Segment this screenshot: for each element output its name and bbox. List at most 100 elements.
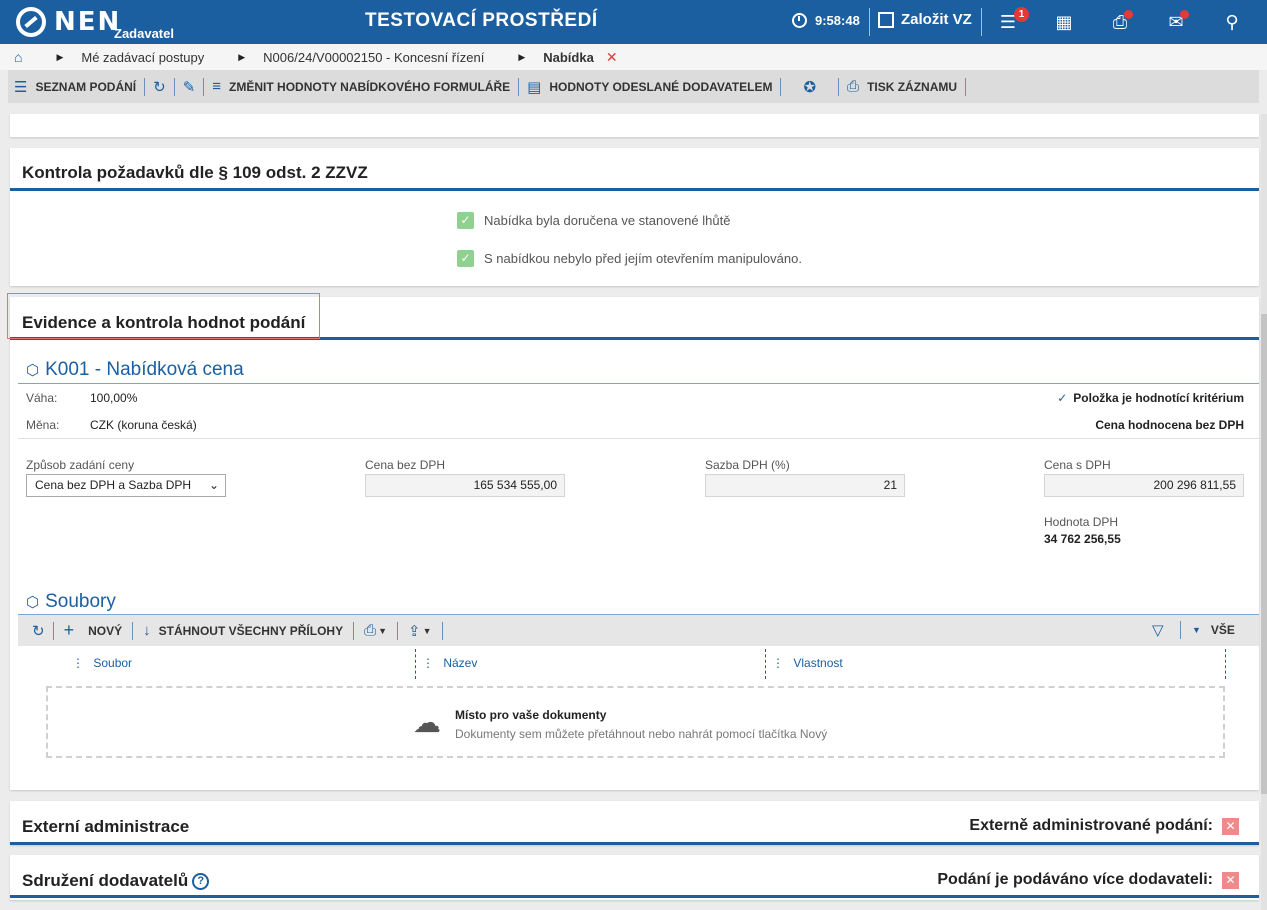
- price-mode-select[interactable]: Cena bez DPH a Sazba DPH ⌄: [26, 474, 226, 497]
- collapsed-panel: [10, 114, 1259, 137]
- pencil-icon: ✎: [182, 78, 196, 96]
- inbox-alert-dot: [1124, 10, 1133, 19]
- gross-price-field[interactable]: 200 296 811,55: [1044, 474, 1244, 497]
- user-icon[interactable]: ⚲: [1222, 12, 1242, 32]
- document-icon: ▤: [527, 78, 542, 96]
- caret-down-icon: ▼: [422, 625, 432, 636]
- close-icon[interactable]: ✕: [606, 49, 618, 66]
- sent-values-button[interactable]: ▤ HODNOTY ODESLANÉ DODAVATELEM: [521, 76, 778, 98]
- chevron-right-icon: ▶: [518, 51, 526, 62]
- chevron-right-icon: ▶: [238, 51, 246, 62]
- filter-icon[interactable]: ▽: [1152, 621, 1164, 639]
- refresh-icon[interactable]: ↻: [32, 622, 45, 640]
- scrollbar-track[interactable]: [1261, 114, 1267, 910]
- criterion-flag: ✓ Položka je hodnotící kritérium: [1057, 391, 1244, 405]
- weight-label: Váha:: [26, 391, 58, 405]
- header-divider: [981, 8, 982, 36]
- file-drop-zone[interactable]: ☁ Místo pro vaše dokumenty Dokumenty sem…: [46, 686, 1225, 758]
- false-icon: ✕: [1222, 818, 1239, 835]
- column-divider[interactable]: [765, 649, 766, 679]
- row-divider: [18, 438, 1259, 439]
- col-header-props[interactable]: ⋮ Vlastnost: [772, 656, 843, 670]
- external-admin-label: Externě administrované podání:: [969, 817, 1213, 834]
- drop-zone-hint: Dokumenty sem můžete přetáhnout nebo nah…: [455, 727, 828, 741]
- association-label: Podání je podáváno více dodavateli:: [937, 871, 1213, 888]
- logo-text: NEN: [54, 7, 122, 37]
- criterion-heading: ⬡ K001 - Nabídková cena: [26, 359, 244, 381]
- weight-value: 100,00%: [90, 391, 138, 405]
- edit-icon: [878, 11, 894, 28]
- toolbar-divider: [52, 621, 54, 640]
- print-record-label: TISK ZÁZNAMU: [867, 79, 958, 94]
- plus-icon: +: [63, 620, 75, 640]
- highlight-outline: [7, 293, 320, 339]
- vat-rate-label: Sazba DPH (%): [705, 458, 790, 472]
- toolbar-divider: [518, 77, 520, 96]
- price-mode-label: Způsob zadání ceny: [26, 458, 135, 472]
- new-file-button[interactable]: + NOVÝ: [56, 620, 131, 642]
- tag-icon: ⬡: [26, 362, 40, 379]
- vat-value-label: Hodnota DPH: [1044, 515, 1119, 529]
- list-icon: ☰: [14, 78, 28, 96]
- external-admin-panel: Externí administrace Externě administrov…: [10, 801, 1259, 845]
- net-price-field[interactable]: 165 534 555,00: [365, 474, 565, 497]
- criterion-name: K001 - Nabídková cena: [45, 359, 244, 380]
- session-clock: 9:58:48: [792, 13, 860, 28]
- column-divider[interactable]: [415, 649, 416, 679]
- vat-rate-field[interactable]: 21: [705, 474, 905, 497]
- tag-icon: ⬡: [26, 594, 40, 611]
- action-toolbar: ☰ SEZNAM PODÁNÍ ↻ ✎ ≡ ZMĚNIT HODNOTY NAB…: [8, 70, 1259, 103]
- environment-title: TESTOVACÍ PROSTŘEDÍ: [365, 10, 598, 31]
- price-mode-value: Cena bez DPH a Sazba DPH: [35, 478, 192, 492]
- check-not-manipulated-label: S nabídkou nebylo před jejím otevřením m…: [484, 251, 802, 266]
- edit-button[interactable]: ✎: [177, 76, 202, 98]
- submissions-list-label: SEZNAM PODÁNÍ: [35, 79, 137, 94]
- panel-title: Kontrola požadavků dle § 109 odst. 2 ZZV…: [22, 163, 368, 182]
- checkbox-checked-icon: ✓: [457, 250, 474, 267]
- refresh-icon: ↻: [153, 78, 166, 96]
- refresh-button[interactable]: ↻: [147, 76, 172, 98]
- breadcrumb-item[interactable]: N006/24/V00002150 - Koncesní řízení: [263, 50, 484, 65]
- logo-subtitle: Zadavatel: [114, 26, 174, 41]
- evidence-panel: Evidence a kontrola hodnot podání ⬡ K001…: [10, 297, 1259, 790]
- col-header-name[interactable]: ⋮ Název: [422, 656, 477, 670]
- criterion-flag-label: Položka je hodnotící kritérium: [1073, 391, 1244, 405]
- change-values-button[interactable]: ≡ ZMĚNIT HODNOTY NABÍDKOVÉHO FORMULÁŘE: [206, 76, 516, 98]
- sort-icon: ≡: [212, 78, 222, 95]
- export-menu-button[interactable]: ⇪ ▼: [400, 620, 440, 642]
- toolbar-divider: [965, 77, 967, 96]
- drop-zone-title: Místo pro vaše dokumenty: [455, 708, 607, 722]
- help-icon[interactable]: ?: [192, 872, 210, 890]
- submissions-list-button[interactable]: ☰ SEZNAM PODÁNÍ: [8, 76, 142, 98]
- checkmark-icon: ✓: [1057, 391, 1068, 405]
- toolbar-divider: [838, 77, 840, 96]
- files-toolbar: ↻ + NOVÝ ↓ STÁHNOUT VŠECHNY PŘÍLOHY ⎙ ▼ …: [18, 615, 1259, 646]
- scrollbar-thumb[interactable]: [1261, 314, 1267, 794]
- view-all-button[interactable]: ▼ VŠE: [1186, 619, 1241, 641]
- section-divider: [10, 842, 1259, 845]
- change-values-label: ZMĚNIT HODNOTY NABÍDKOVÉHO FORMULÁŘE: [229, 79, 511, 94]
- col-header-file[interactable]: ⋮ Soubor: [72, 656, 132, 670]
- net-price-label: Cena bez DPH: [365, 458, 446, 472]
- toolbar-divider: [441, 621, 443, 640]
- checkbox-checked-icon: ✓: [457, 212, 474, 229]
- check-delivered-label: Nabídka byla doručena ve stanovené lhůtě: [484, 213, 731, 228]
- new-vz-button[interactable]: Založit VZ: [878, 11, 972, 28]
- requirements-check-panel: Kontrola požadavků dle § 109 odst. 2 ZZV…: [10, 148, 1259, 286]
- section-divider: [10, 188, 1259, 191]
- breadcrumb-item[interactable]: Mé zadávací postupy: [81, 50, 204, 65]
- print-menu-button[interactable]: ⎙ ▼: [356, 620, 395, 642]
- col-name-label: Název: [443, 656, 478, 670]
- notification-badge: 1: [1014, 7, 1029, 22]
- toolbar-divider: [353, 621, 355, 640]
- award-button[interactable]: ✪: [783, 76, 836, 98]
- section-divider: [10, 895, 1259, 898]
- download-all-button[interactable]: ↓ STÁHNOUT VŠECHNY PŘÍLOHY: [135, 620, 351, 642]
- print-record-button[interactable]: ⎙ TISK ZÁZNAMU: [841, 76, 963, 98]
- calculator-icon[interactable]: ▦: [1054, 12, 1074, 32]
- nen-logo[interactable]: NEN Zadavatel: [0, 0, 200, 44]
- home-icon[interactable]: ⌂: [14, 49, 22, 65]
- new-vz-label: Založit VZ: [901, 11, 972, 28]
- col-props-label: Vlastnost: [793, 656, 843, 670]
- section-underline: [18, 383, 1259, 384]
